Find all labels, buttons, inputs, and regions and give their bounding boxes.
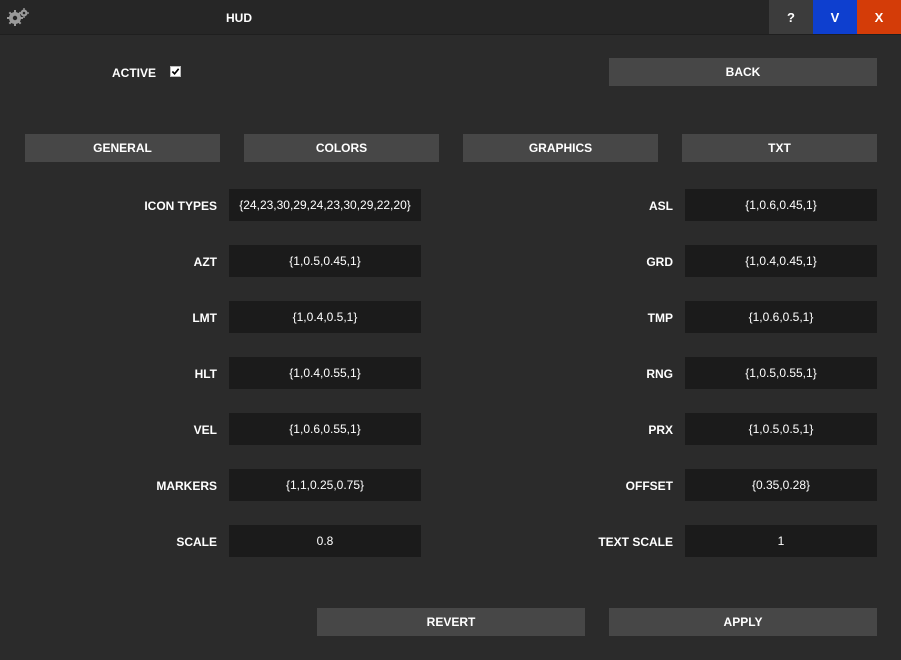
active-label: ACTIVE (112, 66, 157, 80)
tmp-field[interactable]: {1,0.6,0.5,1} (685, 301, 877, 333)
grd-field[interactable]: {1,0.4,0.45,1} (685, 245, 877, 277)
prx-label: PRX (648, 423, 673, 437)
markers-label: MARKERS (156, 479, 217, 493)
text-scale-label: TEXT SCALE (598, 535, 673, 549)
scale-label: SCALE (176, 535, 217, 549)
offset-label: OFFSET (625, 479, 673, 493)
azt-field[interactable]: {1,0.5,0.45,1} (229, 245, 421, 277)
close-button[interactable]: X (857, 0, 901, 34)
help-button[interactable]: ? (769, 0, 813, 34)
vel-label: VEL (193, 423, 217, 437)
azt-label: AZT (193, 255, 217, 269)
tab-colors[interactable]: COLORS (244, 134, 439, 162)
icon-types-label: ICON TYPES (144, 199, 217, 213)
text-scale-field[interactable]: 1 (685, 525, 877, 557)
lmt-field[interactable]: {1,0.4,0.5,1} (229, 301, 421, 333)
prx-field[interactable]: {1,0.5,0.5,1} (685, 413, 877, 445)
tab-graphics[interactable]: GRAPHICS (463, 134, 658, 162)
asl-label: ASL (649, 199, 673, 213)
apply-button[interactable]: APPLY (609, 608, 877, 636)
tab-txt[interactable]: TXT (682, 134, 877, 162)
gear-icon[interactable] (6, 7, 30, 27)
v-button[interactable]: V (813, 0, 857, 34)
rng-field[interactable]: {1,0.5,0.55,1} (685, 357, 877, 389)
scale-field[interactable]: 0.8 (229, 525, 421, 557)
offset-field[interactable]: {0.35,0.28} (685, 469, 877, 501)
asl-field[interactable]: {1,0.6,0.45,1} (685, 189, 877, 221)
tmp-label: TMP (647, 311, 673, 325)
back-button[interactable]: BACK (609, 58, 877, 86)
title-bar: HUD ? V X (0, 0, 901, 35)
hlt-label: HLT (194, 367, 217, 381)
rng-label: RNG (646, 367, 673, 381)
markers-field[interactable]: {1,1,0.25,0.75} (229, 469, 421, 501)
window-title: HUD (226, 11, 252, 25)
hlt-field[interactable]: {1,0.4,0.55,1} (229, 357, 421, 389)
tab-general[interactable]: GENERAL (25, 134, 220, 162)
grd-label: GRD (646, 255, 673, 269)
active-checkbox[interactable] (170, 66, 181, 77)
icon-types-field[interactable]: {24,23,30,29,24,23,30,29,22,20} (229, 189, 421, 221)
checkmark-icon (171, 68, 180, 75)
revert-button[interactable]: REVERT (317, 608, 585, 636)
lmt-label: LMT (192, 311, 217, 325)
vel-field[interactable]: {1,0.6,0.55,1} (229, 413, 421, 445)
